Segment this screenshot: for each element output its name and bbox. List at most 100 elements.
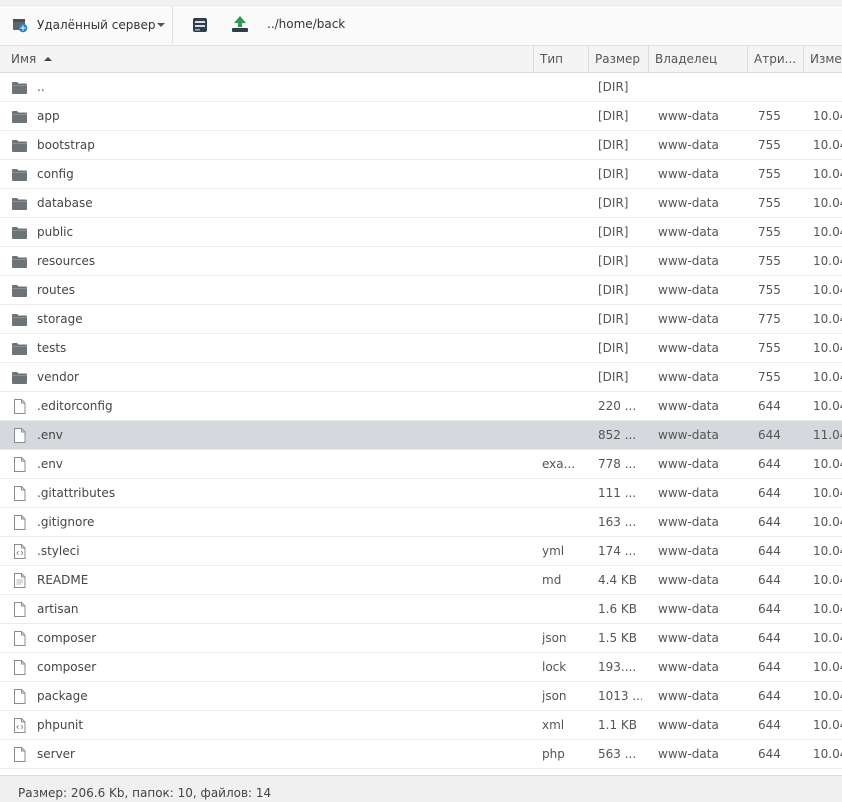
file-modified: 11.04	[813, 428, 842, 442]
file-owner: www-data	[658, 196, 719, 210]
file-icon	[14, 515, 26, 530]
upload-icon[interactable]	[231, 15, 249, 33]
chevron-down-icon	[157, 23, 165, 27]
file-size: [DIR]	[598, 225, 629, 239]
file-modified: 10.04	[813, 457, 842, 471]
file-attributes: 755	[758, 109, 781, 123]
column-attributes-label: Атри...	[754, 52, 797, 66]
current-path: ../home/back	[267, 17, 346, 31]
file-attributes: 755	[758, 167, 781, 181]
column-size-label: Размер	[595, 52, 641, 66]
column-header-owner[interactable]: Владелец	[648, 46, 747, 73]
table-row[interactable]: app [DIR] www-data 755 10.04	[0, 102, 842, 131]
file-modified: 10.04	[813, 138, 842, 152]
file-type	[542, 160, 584, 189]
table-row[interactable]: config [DIR] www-data 755 10.04	[0, 160, 842, 189]
column-header-attributes[interactable]: Атри...	[747, 46, 803, 73]
file-list-header: Имя Тип Размер Владелец Атри... Измен	[0, 46, 842, 73]
file-size: 1.1 KB	[598, 718, 637, 732]
table-row[interactable]: README md 4.4 KB www-data 644 10.04	[0, 566, 842, 595]
folder-icon	[12, 82, 27, 94]
file-icon	[14, 689, 26, 704]
file-size: [DIR]	[598, 167, 629, 181]
file-owner: www-data	[658, 631, 719, 645]
table-row[interactable]: storage [DIR] www-data 775 10.04	[0, 305, 842, 334]
file-type	[542, 421, 584, 450]
file-owner: www-data	[658, 283, 719, 297]
file-modified	[813, 73, 842, 102]
folder-icon	[12, 140, 27, 152]
file-modified: 10.04	[813, 573, 842, 587]
file-type	[542, 508, 584, 537]
file-icon	[14, 602, 26, 617]
file-name: .gitattributes	[37, 486, 116, 500]
file-type	[542, 334, 584, 363]
table-row[interactable]: .styleci yml 174 ... www-data 644 10.04	[0, 537, 842, 566]
file-name: .gitignore	[37, 515, 95, 529]
table-row[interactable]: .env exa... 778 ... www-data 644 10.04	[0, 450, 842, 479]
file-icon	[14, 660, 26, 675]
table-row[interactable]: tests [DIR] www-data 755 10.04	[0, 334, 842, 363]
table-row[interactable]: public [DIR] www-data 755 10.04	[0, 218, 842, 247]
file-modified: 10.04	[813, 341, 842, 355]
file-attributes: 755	[758, 138, 781, 152]
text-file-icon	[14, 573, 26, 588]
file-type	[542, 73, 584, 102]
table-row[interactable]: composer lock 193.... www-data 644 10.04	[0, 653, 842, 682]
folder-icon	[12, 372, 27, 384]
file-icon	[14, 428, 26, 443]
file-owner: www-data	[658, 428, 719, 442]
file-attributes: 755	[758, 196, 781, 210]
file-type	[542, 247, 584, 276]
file-name: .env	[37, 457, 63, 471]
file-owner: www-data	[658, 660, 719, 674]
remote-server-dropdown[interactable]: Удалённый сервер	[0, 6, 173, 44]
column-header-size[interactable]: Размер	[588, 46, 648, 73]
file-attributes: 755	[758, 341, 781, 355]
server-drive-icon[interactable]	[191, 16, 209, 34]
file-size: [DIR]	[598, 370, 629, 384]
file-name: package	[37, 689, 88, 703]
file-owner: www-data	[658, 544, 719, 558]
table-row[interactable]: phpunit xml 1.1 KB www-data 644 10.04	[0, 711, 842, 740]
file-owner: www-data	[658, 399, 719, 413]
table-row[interactable]: composer json 1.5 KB www-data 644 10.04	[0, 624, 842, 653]
file-name: storage	[37, 312, 83, 326]
table-row[interactable]: .gitignore 163 ... www-data 644 10.04	[0, 508, 842, 537]
file-type: php	[542, 747, 565, 761]
file-attributes: 775	[758, 312, 781, 326]
table-row[interactable]: server php 563 ... www-data 644 10.04	[0, 740, 842, 769]
table-row[interactable]: bootstrap [DIR] www-data 755 10.04	[0, 131, 842, 160]
file-size: [DIR]	[598, 341, 629, 355]
table-row[interactable]: .env 852 ... www-data 644 11.04	[0, 421, 842, 450]
file-modified: 10.04	[813, 167, 842, 181]
file-size: 174 ...	[598, 544, 637, 558]
file-owner: www-data	[658, 515, 719, 529]
file-name: phpunit	[37, 718, 84, 732]
column-header-type[interactable]: Тип	[533, 46, 588, 73]
file-owner: www-data	[658, 486, 719, 500]
file-attributes: 644	[758, 573, 781, 587]
table-row[interactable]: .gitattributes 111 ... www-data 644 10.04	[0, 479, 842, 508]
file-type	[542, 392, 584, 421]
table-row[interactable]: artisan 1.6 KB www-data 644 10.04	[0, 595, 842, 624]
file-modified: 10.04	[813, 544, 842, 558]
file-attributes: 644	[758, 718, 781, 732]
file-size: 852 ...	[598, 428, 637, 442]
table-row[interactable]: vendor [DIR] www-data 755 10.04	[0, 363, 842, 392]
table-row[interactable]: .editorconfig 220 ... www-data 644 10.04	[0, 392, 842, 421]
sort-ascending-icon	[44, 57, 53, 61]
file-name: database	[37, 196, 93, 210]
table-row[interactable]: routes [DIR] www-data 755 10.04	[0, 276, 842, 305]
column-name-label: Имя	[11, 52, 37, 66]
column-header-modified[interactable]: Измен	[803, 46, 842, 73]
table-row[interactable]: .. [DIR]	[0, 73, 842, 102]
file-size: [DIR]	[598, 138, 629, 152]
file-icon	[14, 457, 26, 472]
column-header-name[interactable]: Имя	[0, 46, 533, 73]
table-row[interactable]: resources [DIR] www-data 755 10.04	[0, 247, 842, 276]
table-row[interactable]: database [DIR] www-data 755 10.04	[0, 189, 842, 218]
file-type	[542, 276, 584, 305]
table-row[interactable]: package json 1013 ... www-data 644 10.04	[0, 682, 842, 711]
folder-icon	[12, 227, 27, 239]
